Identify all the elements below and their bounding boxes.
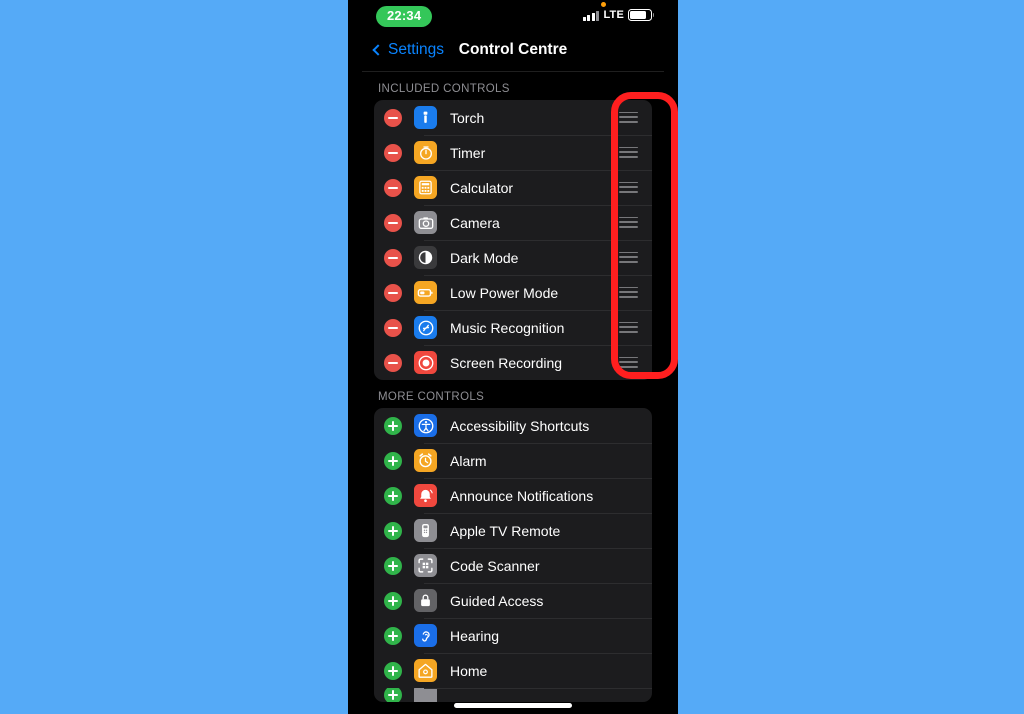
microphone-indicator-dot: [601, 2, 606, 7]
camera-icon: [414, 211, 437, 234]
hearing-icon: [414, 624, 437, 647]
list-item-label: Torch: [450, 109, 485, 126]
settings-content: INCLUDED CONTROLS Torch Timer Calculator…: [362, 72, 664, 702]
drag-handle[interactable]: [619, 111, 638, 124]
remove-button[interactable]: [384, 108, 402, 127]
list-item[interactable]: Guided Access: [374, 583, 652, 618]
list-item[interactable]: Calculator: [374, 170, 652, 205]
status-bar-time-pill[interactable]: 22:34: [376, 6, 433, 27]
phone-screen: 22:34 LTE Settings Control Centre INCLUD…: [362, 0, 664, 714]
drag-handle[interactable]: [619, 251, 638, 264]
apple-tv-remote-icon: [414, 519, 437, 542]
list-item[interactable]: Alarm: [374, 443, 652, 478]
status-bar-indicators: LTE: [582, 9, 655, 21]
list-item-label: Accessibility Shortcuts: [450, 417, 590, 434]
more-controls-list: Accessibility Shortcuts Alarm Announce N…: [374, 408, 652, 702]
drag-handle[interactable]: [619, 356, 638, 369]
list-item[interactable]: [374, 688, 652, 702]
screenshot-root: 22:34 LTE Settings Control Centre INCLUD…: [0, 0, 1024, 714]
list-item-label: Screen Recording: [450, 354, 563, 371]
list-item-label: Camera: [450, 214, 500, 231]
add-button[interactable]: [384, 416, 402, 435]
list-item[interactable]: Hearing: [374, 618, 652, 653]
page-title: Control Centre: [458, 41, 568, 58]
drag-handle[interactable]: [619, 216, 638, 229]
list-item[interactable]: Apple TV Remote: [374, 513, 652, 548]
remove-button[interactable]: [384, 353, 402, 372]
add-button[interactable]: [384, 521, 402, 540]
navigation-bar: Settings Control Centre: [362, 34, 664, 72]
shazam-icon: [414, 316, 437, 339]
remove-button[interactable]: [384, 283, 402, 302]
list-item-label: Calculator: [450, 179, 514, 196]
section-header-included-controls: INCLUDED CONTROLS: [378, 83, 510, 95]
add-button[interactable]: [384, 626, 402, 645]
included-controls-list: Torch Timer Calculator Camera Dark Mode …: [374, 100, 652, 380]
timer-icon: [414, 141, 437, 164]
drag-handle[interactable]: [619, 286, 638, 299]
list-item-label: Home: [450, 662, 488, 679]
add-button[interactable]: [384, 451, 402, 470]
list-item-label: Alarm: [450, 452, 487, 469]
add-button[interactable]: [384, 661, 402, 680]
list-item-label: Code Scanner: [450, 557, 540, 574]
remove-button[interactable]: [384, 213, 402, 232]
screen-recording-icon: [414, 351, 437, 374]
list-item[interactable]: Low Power Mode: [374, 275, 652, 310]
announce-notifications-icon: [414, 484, 437, 507]
list-item[interactable]: Dark Mode: [374, 240, 652, 275]
battery-icon: [628, 9, 655, 21]
list-item[interactable]: Announce Notifications: [374, 478, 652, 513]
list-item-label: Announce Notifications: [450, 487, 594, 504]
list-item-label: Apple TV Remote: [450, 522, 561, 539]
code-scanner-icon: [414, 554, 437, 577]
network-type-label: LTE: [603, 9, 624, 21]
signal-bars-icon: [582, 10, 600, 21]
dark-mode-icon: [414, 246, 437, 269]
list-item-label: Hearing: [450, 627, 500, 644]
remove-button[interactable]: [384, 178, 402, 197]
add-button[interactable]: [384, 591, 402, 610]
list-item[interactable]: Timer: [374, 135, 652, 170]
list-item[interactable]: Home: [374, 653, 652, 688]
remove-button[interactable]: [384, 248, 402, 267]
torch-icon: [414, 106, 437, 129]
list-item[interactable]: Code Scanner: [374, 548, 652, 583]
home-indicator-bar: [454, 703, 572, 708]
add-button[interactable]: [384, 556, 402, 575]
remove-button[interactable]: [384, 318, 402, 337]
list-item[interactable]: Screen Recording: [374, 345, 652, 380]
calculator-icon: [414, 176, 437, 199]
drag-handle[interactable]: [619, 181, 638, 194]
drag-handle[interactable]: [619, 321, 638, 334]
drag-handle[interactable]: [619, 146, 638, 159]
section-header-more-controls: MORE CONTROLS: [378, 391, 485, 403]
low-power-mode-icon: [414, 281, 437, 304]
status-bar: 22:34 LTE: [362, 0, 664, 34]
home-icon: [414, 659, 437, 682]
list-item-label: Timer: [450, 144, 486, 161]
partial-app-icon: [414, 688, 437, 702]
list-item[interactable]: Torch: [374, 100, 652, 135]
phone-frame: 22:34 LTE Settings Control Centre INCLUD…: [348, 0, 678, 714]
list-item-label: Dark Mode: [450, 249, 519, 266]
list-item[interactable]: Music Recognition: [374, 310, 652, 345]
guided-access-icon: [414, 589, 437, 612]
list-item[interactable]: Accessibility Shortcuts: [374, 408, 652, 443]
add-button[interactable]: [384, 486, 402, 505]
remove-button[interactable]: [384, 143, 402, 162]
alarm-icon: [414, 449, 437, 472]
list-item-label: Music Recognition: [450, 319, 565, 336]
list-item-label: Guided Access: [450, 592, 544, 609]
list-item-label: Low Power Mode: [450, 284, 559, 301]
add-button[interactable]: [384, 688, 402, 702]
list-item[interactable]: Camera: [374, 205, 652, 240]
accessibility-icon: [414, 414, 437, 437]
